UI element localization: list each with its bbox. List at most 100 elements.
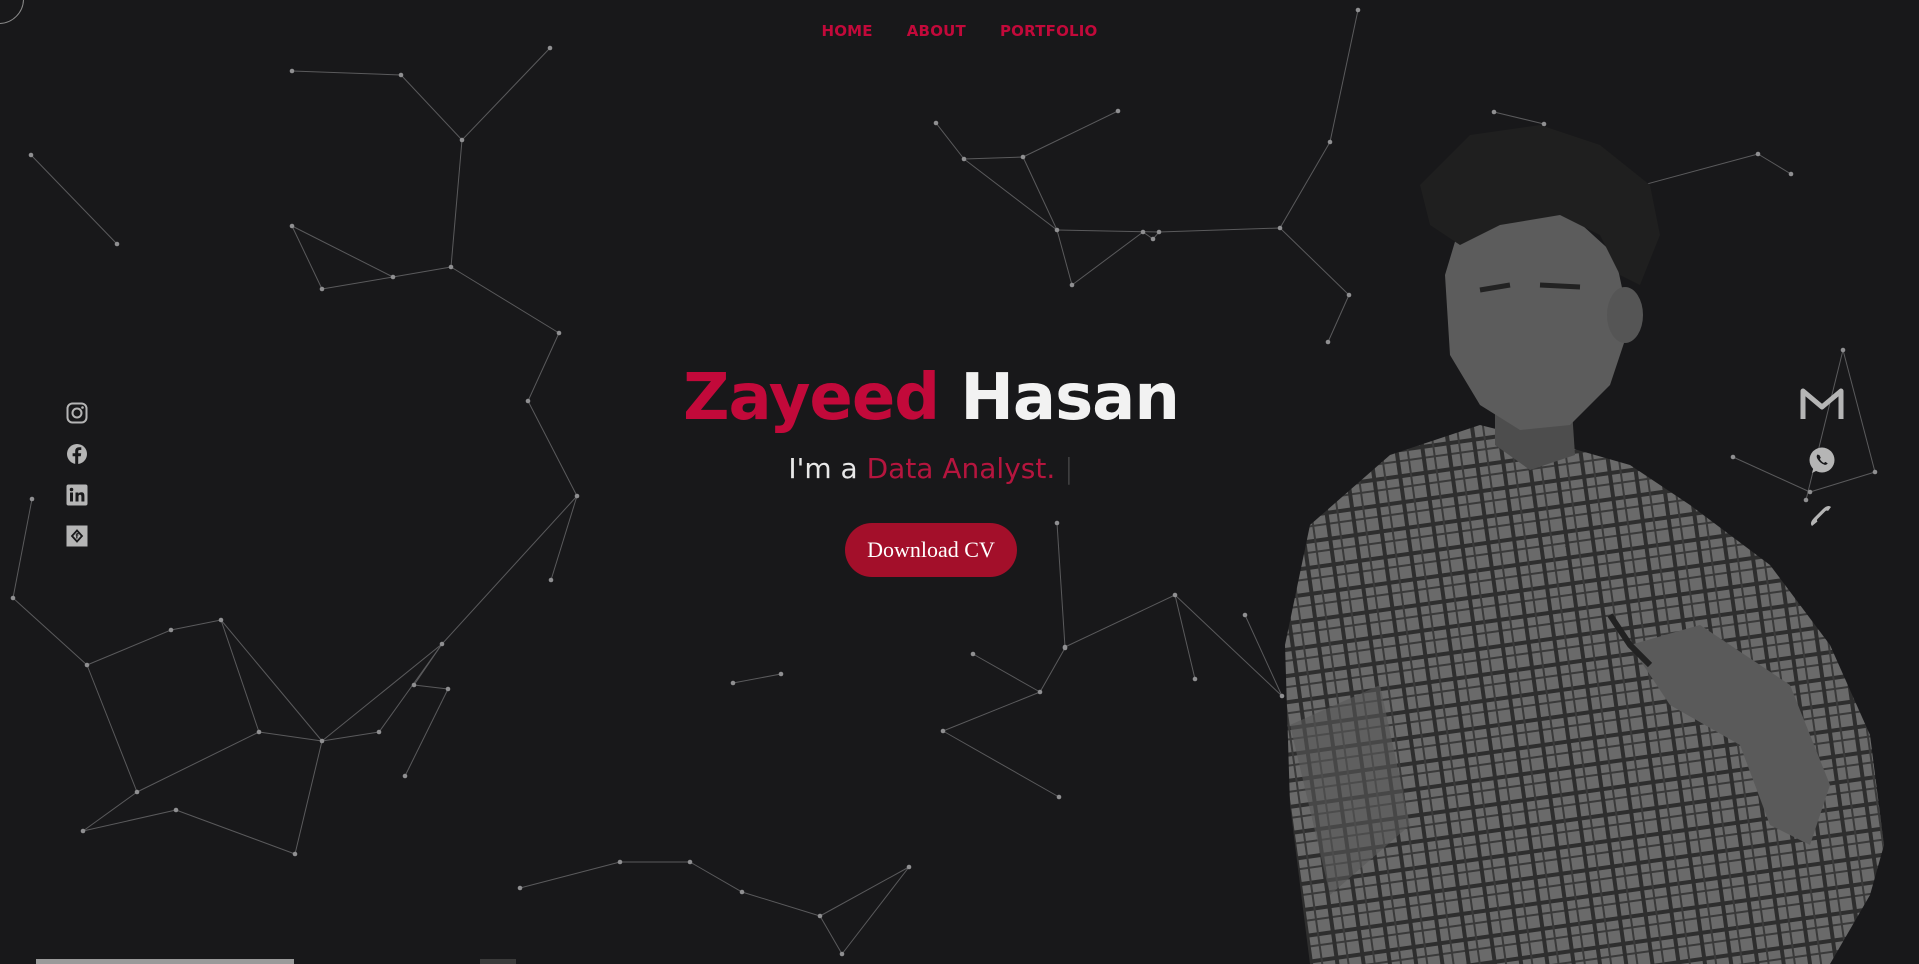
network-node <box>256 729 262 735</box>
tagline-role: Data Analyst. <box>866 452 1056 485</box>
network-link <box>1022 156 1058 231</box>
hero-section: Zayeed Hasan I'm a Data Analyst. | Downl… <box>0 358 1862 577</box>
network-link <box>461 47 551 141</box>
network-node <box>289 68 295 74</box>
network-link <box>175 809 296 855</box>
network-node <box>617 859 623 865</box>
network-link <box>392 266 452 278</box>
network-link <box>321 643 443 742</box>
network-node <box>1037 689 1043 695</box>
network-link <box>1071 231 1144 286</box>
network-node <box>1056 794 1062 800</box>
network-link <box>942 730 1060 798</box>
network-node <box>1156 229 1162 235</box>
network-node <box>319 286 325 292</box>
network-link <box>12 597 88 666</box>
network-node <box>517 885 523 891</box>
network-node <box>376 729 382 735</box>
network-node <box>548 577 554 583</box>
network-node <box>1172 592 1178 598</box>
network-link <box>321 276 394 290</box>
network-node <box>1069 282 1075 288</box>
network-link <box>741 891 821 917</box>
network-link <box>291 225 394 278</box>
network-node <box>739 889 745 895</box>
network-link <box>1064 594 1176 648</box>
network-link <box>963 156 1024 160</box>
taskbar-thumbnail-small <box>480 959 516 964</box>
network-node <box>817 913 823 919</box>
network-link <box>1493 111 1545 125</box>
network-link <box>1022 110 1119 158</box>
network-link <box>1174 594 1196 680</box>
network-node <box>459 137 465 143</box>
network-link <box>321 731 380 742</box>
network-node <box>10 595 16 601</box>
network-link <box>972 653 1041 693</box>
network-node <box>547 45 553 51</box>
network-link <box>30 154 118 245</box>
nav-portfolio[interactable]: PORTFOLIO <box>1000 22 1098 40</box>
network-node <box>1355 7 1361 13</box>
network-node <box>218 617 224 623</box>
network-link <box>689 861 743 893</box>
network-link <box>413 643 443 686</box>
network-node <box>556 330 562 336</box>
network-link <box>819 866 910 917</box>
network-node <box>173 807 179 813</box>
network-link <box>291 70 402 76</box>
network-node <box>1062 645 1068 651</box>
network-node <box>1242 612 1248 618</box>
network-link <box>1174 594 1283 697</box>
nav-about[interactable]: ABOUT <box>907 22 966 40</box>
network-node <box>906 864 912 870</box>
network-node <box>1020 154 1026 160</box>
network-node <box>730 680 736 686</box>
network-link <box>935 122 965 160</box>
download-cv-button[interactable]: Download CV <box>845 523 1017 577</box>
network-node <box>319 738 325 744</box>
network-link <box>294 740 323 855</box>
network-node <box>1140 229 1146 235</box>
network-node <box>839 951 845 957</box>
network-node <box>439 641 445 647</box>
network-link <box>413 684 449 690</box>
network-node <box>402 773 408 779</box>
network-link <box>963 158 1058 231</box>
nav-home[interactable]: HOME <box>821 22 872 40</box>
network-link <box>258 731 323 742</box>
network-node <box>1115 108 1121 114</box>
network-link <box>291 225 323 290</box>
network-link <box>519 861 621 889</box>
network-link <box>136 731 260 793</box>
network-node <box>168 627 174 633</box>
network-node <box>961 156 967 162</box>
network-node <box>398 72 404 78</box>
network-node <box>28 152 34 158</box>
network-link <box>942 691 1041 732</box>
network-link <box>450 139 463 268</box>
network-node <box>292 851 298 857</box>
top-nav: HOME ABOUT PORTFOLIO <box>0 22 1919 40</box>
network-node <box>940 728 946 734</box>
network-link <box>400 74 463 141</box>
network-node <box>687 859 693 865</box>
network-link <box>86 629 172 666</box>
network-node <box>80 828 86 834</box>
network-node <box>1192 676 1198 682</box>
network-link <box>170 619 222 631</box>
network-node <box>114 241 120 247</box>
network-node <box>970 651 976 657</box>
taskbar-thumbnail <box>36 959 294 964</box>
hero-tagline: I'm a Data Analyst. | <box>0 452 1862 485</box>
network-link <box>732 673 782 684</box>
network-link <box>1039 647 1066 693</box>
network-link <box>450 266 560 334</box>
network-node <box>1150 236 1156 242</box>
network-link <box>404 688 449 777</box>
typing-cursor: | <box>1064 452 1074 485</box>
network-node <box>84 662 90 668</box>
network-node <box>445 686 451 692</box>
network-node <box>1491 109 1497 115</box>
last-name: Hasan <box>960 361 1180 435</box>
